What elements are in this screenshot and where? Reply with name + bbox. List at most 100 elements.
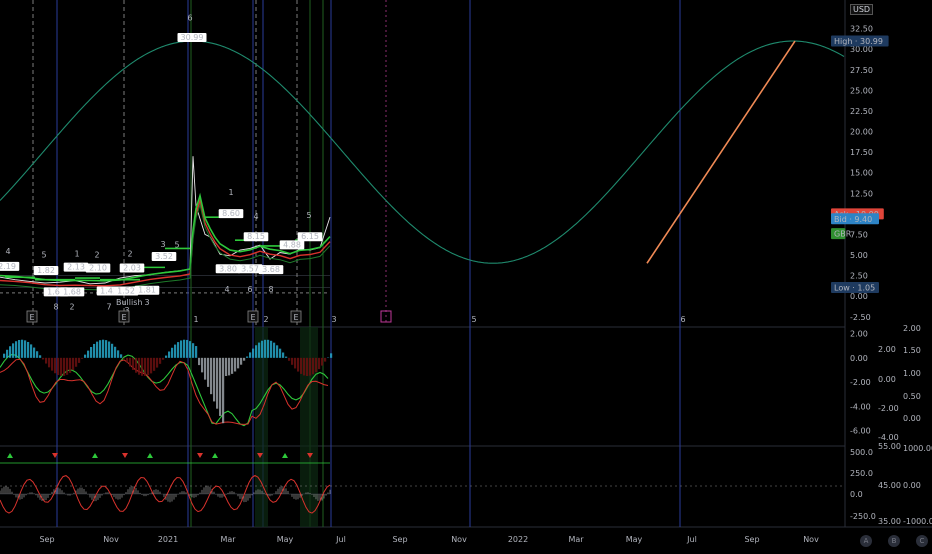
oscillator-2-secondary-tick: 45.00 [878,481,901,490]
bottom-marker-number: 5 [471,315,476,324]
oscillator-1-bar [93,344,95,358]
oscillator-1-bar [66,358,68,375]
oscillator-1-bar [45,358,47,364]
oscillator-1-bar [12,343,14,357]
bottom-marker-number: 1 [193,315,198,324]
oscillator-1-bar [234,358,236,372]
oscillator-1-bar [42,358,44,360]
event-marker: E [121,313,126,322]
price-label: 2.19 [0,262,16,271]
oscillator-1-bar [237,358,239,369]
oscillator-1-bar [297,358,299,372]
oscillator-1-bar [303,358,305,376]
bullish-label: Bullish [116,298,142,307]
chart-stage[interactable]: 2.191.822.132.102.033.5230.998.608.154.8… [0,0,932,550]
price-label: 3.52 [155,252,173,261]
oscillator-1-bar [243,358,245,361]
oscillator-1-bar [264,340,266,358]
oscillator-1-bar [216,358,218,409]
price-label: 30.99 [181,33,204,42]
oscillator-1-bar [102,340,104,358]
oscillator-1-bar [330,353,332,358]
time-axis-tick: Sep [39,535,54,544]
wave-number: 6 [187,13,192,22]
oscillator-1-bar [156,358,158,368]
price-label: 1.82 [37,266,55,275]
oscillator-1-bar [201,358,203,373]
corner-button-c[interactable]: C [916,535,928,547]
oscillator-1-bar [135,358,137,373]
oscillator-1-bar [162,358,164,360]
chart-svg[interactable]: 2.191.822.132.102.033.5230.998.608.154.8… [0,0,932,550]
oscillator-1-bar [312,358,314,374]
oscillator-1-bar [117,350,119,357]
price-label: 3.80 [219,264,237,273]
oscillator-1-bar [288,358,290,361]
oscillator-1-bar [309,358,311,376]
time-axis-tick: Nov [451,535,467,544]
oscillator-1-bar [39,355,41,358]
oscillator-1-secondary-tick: 0.50 [903,392,921,401]
bottom-marker-number: 3 [331,315,336,324]
oscillator-1-bar [54,358,56,373]
sine-cycle-line [0,41,844,263]
oscillator-1-bar [291,358,293,365]
price-axis-tick: 22.50 [850,107,873,116]
oscillator-1-bar [177,342,179,358]
oscillator-2-axis-tick: -250.0 [850,512,876,521]
oscillator-1-bar [213,358,215,402]
oscillator-1-bar [3,354,5,358]
oscillator-1-bar [183,340,185,358]
oscillator-1-bar [159,358,161,364]
oscillator-1-axis-tick: -2.00 [850,378,871,387]
event-marker: E [293,313,298,322]
time-axis-tick: Mar [220,535,236,544]
oscillator-1-bar [6,350,8,358]
oscillator-1-bar [219,358,221,416]
oscillator-1-bar [270,341,272,358]
oscillator-1-bar [18,340,20,358]
oscillator-1-bar [9,346,11,358]
oscillator-1-bar [207,358,209,387]
price-tag: Bid · 9.40 [834,215,872,224]
oscillator-1-secondary-tick: -2.00 [878,404,899,413]
oscillator-1-bar [105,340,107,358]
wave-number: 4 [253,212,258,221]
price-axis-tick: 12.50 [850,189,873,198]
oscillator-1-bar [57,358,59,375]
wave-number: 5 [174,241,179,250]
oscillator-1-bar [285,357,287,358]
wave-number: 2 [127,250,132,259]
wave-number: 5 [306,211,311,220]
oscillator-1-bar [240,358,242,365]
price-axis-tick: 20.00 [850,128,873,137]
oscillator-1-axis-tick: -4.00 [850,402,871,411]
oscillator-1-bar [228,358,230,376]
oscillator-1-secondary-tick: 0.00 [903,414,921,423]
corner-button-a[interactable]: A [860,535,872,547]
oscillator-2-arrow [212,453,218,458]
oscillator-1-secondary-tick: 2.00 [878,345,896,354]
oscillator-1-bar [231,358,233,374]
time-axis-tick: Sep [744,535,759,544]
oscillator-1-secondary-tick: 1.00 [903,369,921,378]
price-label: 2.13 [67,263,85,272]
oscillator-1-bar [174,345,176,358]
price-label: 3.57 [241,264,259,273]
corner-button-b[interactable]: B [888,535,900,547]
price-axis-tick: 27.50 [850,66,873,75]
oscillator-1-bar [306,358,308,376]
event-marker: E [250,313,255,322]
price-axis-tick: -2.50 [850,313,871,322]
oscillator-1-bar [225,358,227,376]
price-axis-tick: 0.00 [850,292,868,301]
wave-number: 1 [74,250,79,259]
time-axis-tick: Mar [568,535,584,544]
oscillator-1-bar [261,341,263,358]
oscillator-1-bar [171,348,173,358]
price-axis-tick: 32.50 [850,25,873,34]
time-axis-tick: May [626,535,643,544]
oscillator-1-bar [204,358,206,380]
oscillator-1-bar [321,358,323,366]
oscillator-1-bar [63,358,65,376]
